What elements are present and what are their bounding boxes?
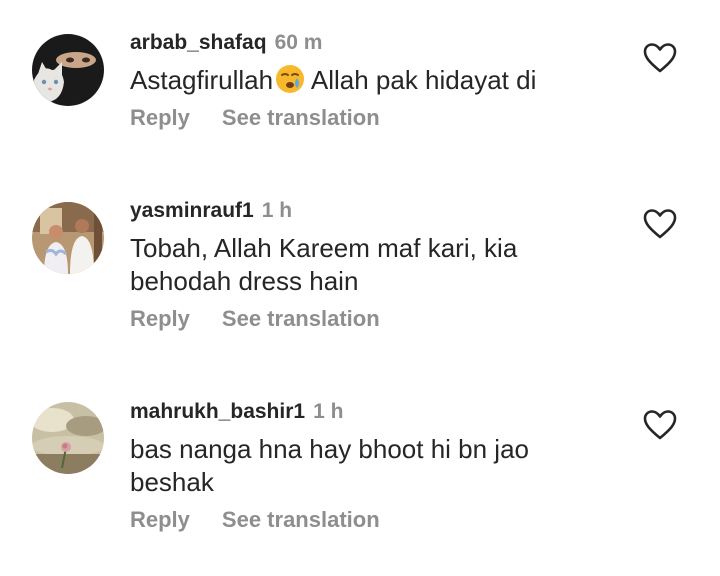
comments-list: arbab_shafaq 60 m Astagfirullah Allah pak… [0,0,720,576]
heart-outline-icon[interactable] [643,208,677,240]
username[interactable]: mahrukh_bashir1 [130,400,305,423]
heart-outline-icon[interactable] [643,42,677,74]
timestamp: 1 h [313,400,344,423]
username[interactable]: arbab_shafaq [130,31,267,54]
reply-button[interactable]: Reply [130,306,190,331]
comment-text: Tobah, Allah Kareem maf kari, kia behoda… [130,233,518,296]
timestamp: 60 m [274,31,323,54]
reply-button[interactable]: Reply [130,105,190,130]
see-translation-button[interactable]: See translation [222,105,380,130]
avatar[interactable] [32,202,104,274]
username[interactable]: yasminrauf1 [130,199,254,222]
see-translation-button[interactable]: See translation [222,306,380,331]
comment-text-part: Allah pak hidayat di [305,65,537,95]
heart-outline-icon[interactable] [643,409,677,441]
crying-face-emoji-icon [275,64,305,94]
comment-text: bas nanga hna hay bhoot hi bn jao beshak [130,434,530,497]
comment-text: Astagfirullah Allah pak hidayat di [130,64,630,97]
avatar[interactable] [32,402,104,474]
see-translation-button[interactable]: See translation [222,507,380,532]
comment-text-part: Astagfirullah [130,65,274,95]
avatar[interactable] [32,34,104,106]
timestamp: 1 h [261,199,293,222]
reply-button[interactable]: Reply [130,507,190,532]
